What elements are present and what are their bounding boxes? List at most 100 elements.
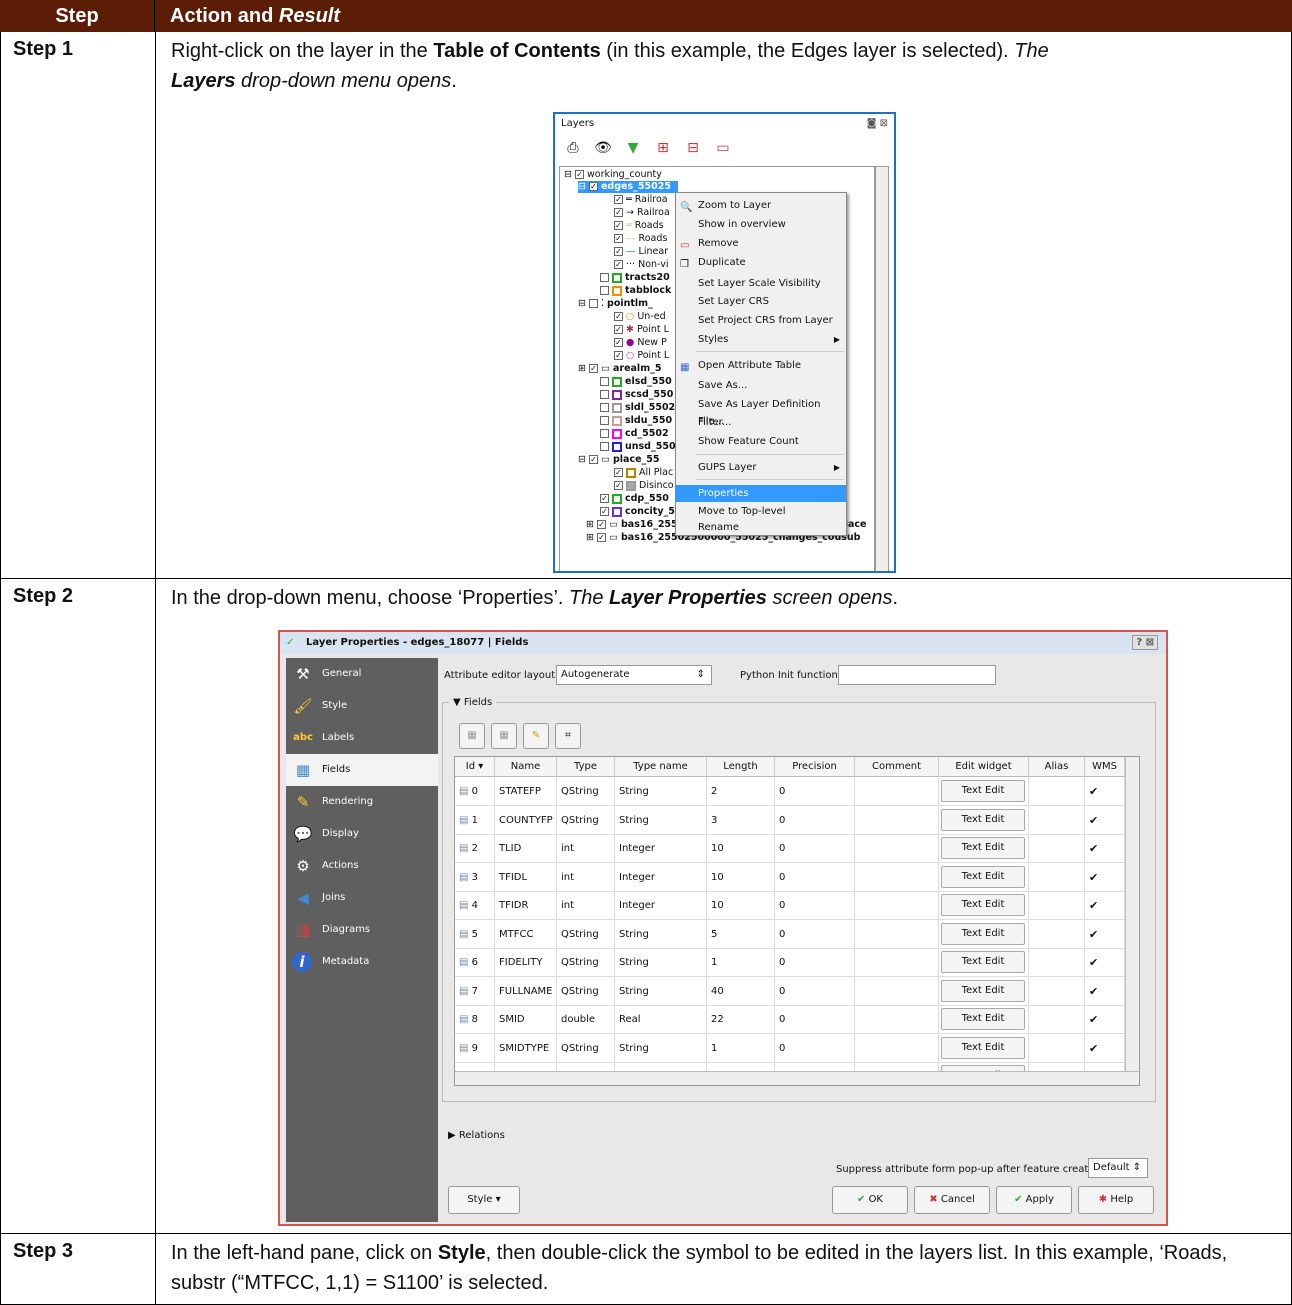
menu-zoom-to-layer[interactable]: 🔍 Zoom to Layer [676, 197, 846, 214]
menu-show-feature-count[interactable]: Show Feature Count [676, 433, 846, 450]
tree-item[interactable]: tabblock [600, 285, 671, 297]
wms-checkbox[interactable]: ✔ [1089, 1013, 1098, 1026]
python-init-input[interactable] [838, 665, 996, 685]
text-edit-button[interactable]: Text Edit [941, 808, 1025, 831]
sidebar-item-actions[interactable]: ⚙ Actions [286, 850, 438, 882]
column-header[interactable]: Edit widget [939, 757, 1029, 777]
menu-rename[interactable]: Rename [676, 521, 846, 535]
apply-button[interactable]: ✔ Apply [996, 1186, 1072, 1214]
field-calculator-icon[interactable]: ⌗ [555, 723, 581, 749]
style-menu-button[interactable]: Style ▾ [448, 1186, 520, 1214]
text-edit-button[interactable]: Text Edit [941, 979, 1025, 1002]
wms-checkbox[interactable]: ✔ [1089, 956, 1098, 969]
tree-item[interactable]: ✓ — Roads [614, 233, 667, 245]
tree-item[interactable]: ✓ ═ Railroa [614, 194, 668, 206]
fields-group-title[interactable]: ▼ Fields [449, 697, 497, 708]
text-edit-button[interactable]: Text Edit [941, 951, 1025, 973]
wms-checkbox[interactable]: ✔ [1089, 814, 1098, 827]
tree-item[interactable]: unsd_550 [600, 441, 676, 453]
tree-item[interactable]: ✓ ○ Point L [614, 350, 669, 362]
menu-save-as[interactable]: Save As... [676, 377, 846, 394]
tree-item[interactable]: ✓ → Railroa [614, 207, 670, 219]
tree-scrollbar[interactable] [875, 166, 889, 571]
tree-item-selected[interactable]: ⊟ ✓ edges_55025 [578, 181, 678, 193]
tree-item[interactable]: cd_5502 [600, 428, 669, 440]
column-header[interactable]: Id ▾ [455, 757, 495, 777]
menu-gups-layer[interactable]: GUPS Layer ▶ [676, 459, 846, 476]
text-edit-button[interactable]: Text Edit [941, 1008, 1025, 1030]
wms-checkbox[interactable]: ✔ [1089, 1042, 1098, 1055]
column-header[interactable]: Name [495, 757, 557, 777]
sidebar-item-diagrams[interactable]: ▥ Diagrams [286, 914, 438, 946]
visibility-eye-icon[interactable]: 👁 [593, 138, 613, 158]
tree-item[interactable]: ✓ — Linear [614, 246, 668, 258]
help-button[interactable]: ✱ Help [1078, 1186, 1154, 1214]
tree-item[interactable]: elsd_550 [600, 376, 672, 388]
menu-duplicate[interactable]: ❐ Duplicate [676, 254, 846, 271]
panel-window-buttons[interactable]: ◙ ⊠ [867, 118, 888, 129]
column-header[interactable]: Length [707, 757, 775, 777]
filter-icon[interactable]: ▼ [623, 138, 643, 158]
ok-button[interactable]: ✔ OK [832, 1186, 908, 1214]
collapse-all-icon[interactable]: ⊟ [683, 138, 703, 158]
menu-filter[interactable]: Filter... [676, 414, 846, 431]
edit-pencil-icon[interactable]: ✎ [523, 723, 549, 749]
column-header[interactable]: Type [557, 757, 615, 777]
sidebar-item-style[interactable]: 🖌 Style [286, 690, 438, 722]
tree-item[interactable]: ✓ All Plac [614, 467, 673, 479]
wms-checkbox[interactable]: ✔ [1089, 871, 1098, 884]
sidebar-item-rendering[interactable]: ✎ Rendering [286, 786, 438, 818]
sidebar-item-metadata[interactable]: i Metadata [286, 946, 438, 978]
tree-item[interactable]: ✓ ··· Non-vi [614, 259, 668, 271]
text-edit-button[interactable]: Text Edit [941, 780, 1025, 802]
text-edit-button[interactable]: Text Edit [941, 865, 1025, 888]
text-edit-button[interactable]: Text Edit [941, 837, 1025, 859]
menu-save-layer-definition[interactable]: Save As Layer Definition File... [676, 396, 846, 427]
column-header[interactable]: Type name [615, 757, 707, 777]
menu-remove[interactable]: ▭ Remove [676, 235, 846, 252]
tree-item[interactable]: sldu_550 [600, 415, 672, 427]
sidebar-item-display[interactable]: 💬 Display [286, 818, 438, 850]
tree-item[interactable]: scsd_550 [600, 389, 673, 401]
new-field-icon[interactable]: ▦ [459, 723, 485, 749]
menu-show-in-overview[interactable]: Show in overview [676, 216, 846, 233]
tree-item[interactable]: ⊟ ✓ working_county [564, 169, 662, 181]
remove-layer-icon[interactable]: ▭ [713, 138, 733, 158]
column-header[interactable]: Precision [775, 757, 855, 777]
tree-item[interactable]: ✓ ○ Un-ed [614, 311, 666, 323]
menu-move-to-top-level[interactable]: Move to Top-level [676, 503, 846, 520]
expand-all-icon[interactable]: ⊞ [653, 138, 673, 158]
text-edit-button[interactable]: Text Edit [941, 1036, 1025, 1059]
wms-checkbox[interactable]: ✔ [1089, 842, 1098, 855]
tree-item[interactable]: ✓ ✱ Point L [614, 324, 669, 336]
editor-layout-select[interactable]: Autogenerate ⇕ [556, 665, 712, 685]
sidebar-item-general[interactable]: ⚒ General [286, 658, 438, 690]
tree-item[interactable]: ✓ cdp_550 [600, 493, 669, 505]
add-group-icon[interactable]: ⎙ [563, 138, 583, 158]
column-header[interactable]: Comment [855, 757, 939, 777]
menu-styles[interactable]: Styles ▶ [676, 331, 846, 348]
table-vscrollbar[interactable] [1125, 757, 1139, 1071]
menu-open-attribute-table[interactable]: ▦ Open Attribute Table [676, 357, 846, 374]
sidebar-item-joins[interactable]: ◀ Joins [286, 882, 438, 914]
tree-item[interactable]: ✓ ● New P [614, 337, 667, 349]
menu-properties[interactable]: Properties [676, 485, 846, 502]
text-edit-button[interactable]: Text Edit [941, 922, 1025, 945]
wms-checkbox[interactable]: ✔ [1089, 928, 1098, 941]
wms-checkbox[interactable]: ✔ [1089, 899, 1098, 912]
sidebar-item-labels[interactable]: abc Labels [286, 722, 438, 754]
menu-scale-visibility[interactable]: Set Layer Scale Visibility [676, 275, 846, 292]
column-header[interactable]: Alias [1029, 757, 1085, 777]
tree-item[interactable]: sldl_5502 [600, 402, 675, 414]
relations-toggle[interactable]: ▶ Relations [448, 1130, 505, 1141]
suppress-select[interactable]: Default ⇕ [1088, 1158, 1148, 1178]
tree-item[interactable]: ✓ ═ Roads [614, 220, 664, 232]
column-header[interactable]: WMS [1085, 757, 1125, 777]
menu-set-layer-crs[interactable]: Set Layer CRS [676, 293, 846, 310]
tree-item[interactable]: ⊟ ✓ ▭ place_55 [578, 454, 660, 466]
table-hscrollbar[interactable] [455, 1071, 1139, 1085]
wms-checkbox[interactable]: ✔ [1089, 985, 1098, 998]
tree-item[interactable]: ⊟ ⁚ pointlm_ [578, 298, 653, 310]
sidebar-item-fields[interactable]: ▦ Fields [286, 754, 438, 786]
window-buttons[interactable]: ? ⊠ [1132, 635, 1158, 650]
